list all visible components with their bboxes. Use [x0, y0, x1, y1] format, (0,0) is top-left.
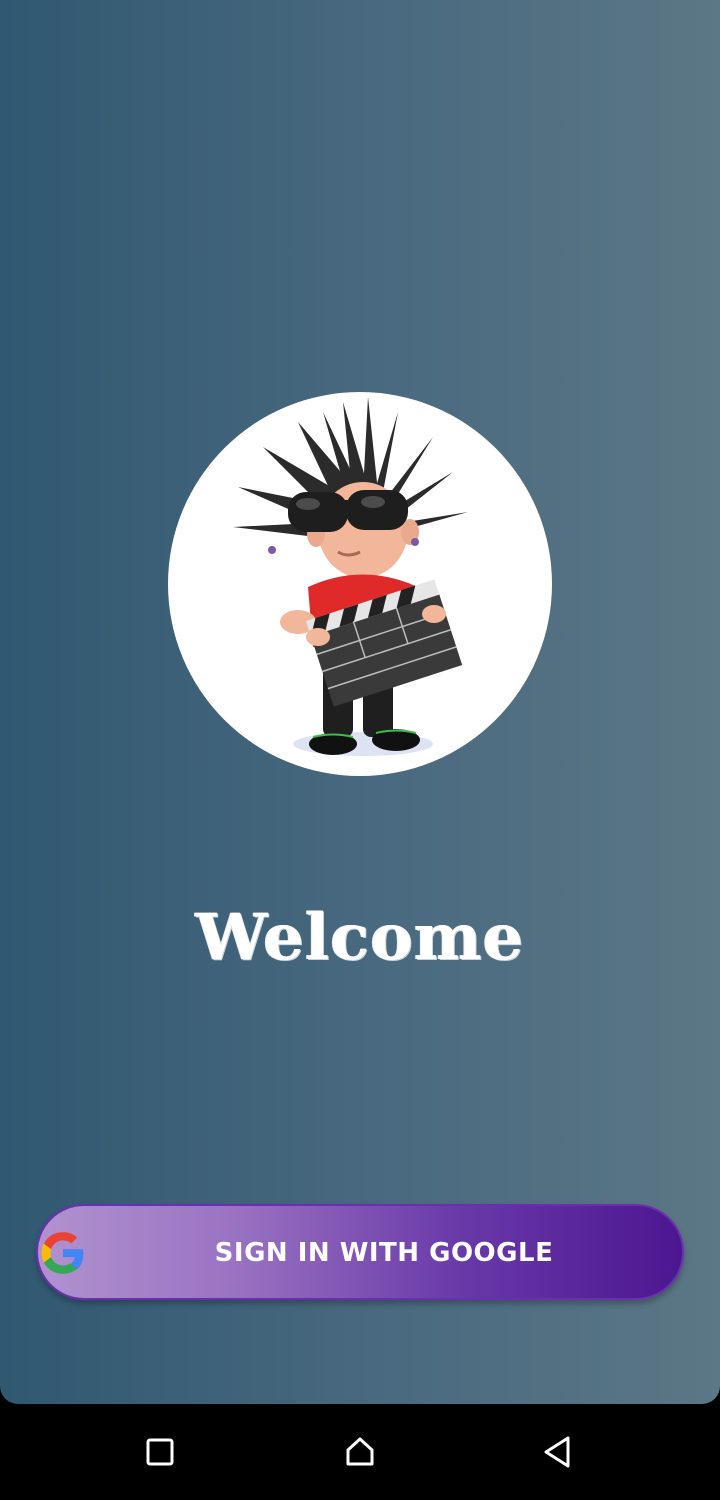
- recents-square-icon[interactable]: [140, 1432, 180, 1472]
- welcome-title: Welcome: [195, 900, 525, 975]
- punk-character-illustration: [233, 397, 468, 756]
- back-triangle-icon[interactable]: [538, 1432, 578, 1472]
- sign-in-label: SIGN IN WITH GOOGLE: [214, 1238, 554, 1268]
- sign-in-with-google-button[interactable]: SIGN IN WITH GOOGLE: [36, 1204, 684, 1300]
- home-icon[interactable]: [340, 1432, 380, 1472]
- system-navigation-bar: [0, 1404, 720, 1500]
- welcome-screen: Welcome SIGN IN WITH GOOGLE: [0, 0, 720, 1404]
- avatar-image: [168, 392, 552, 776]
